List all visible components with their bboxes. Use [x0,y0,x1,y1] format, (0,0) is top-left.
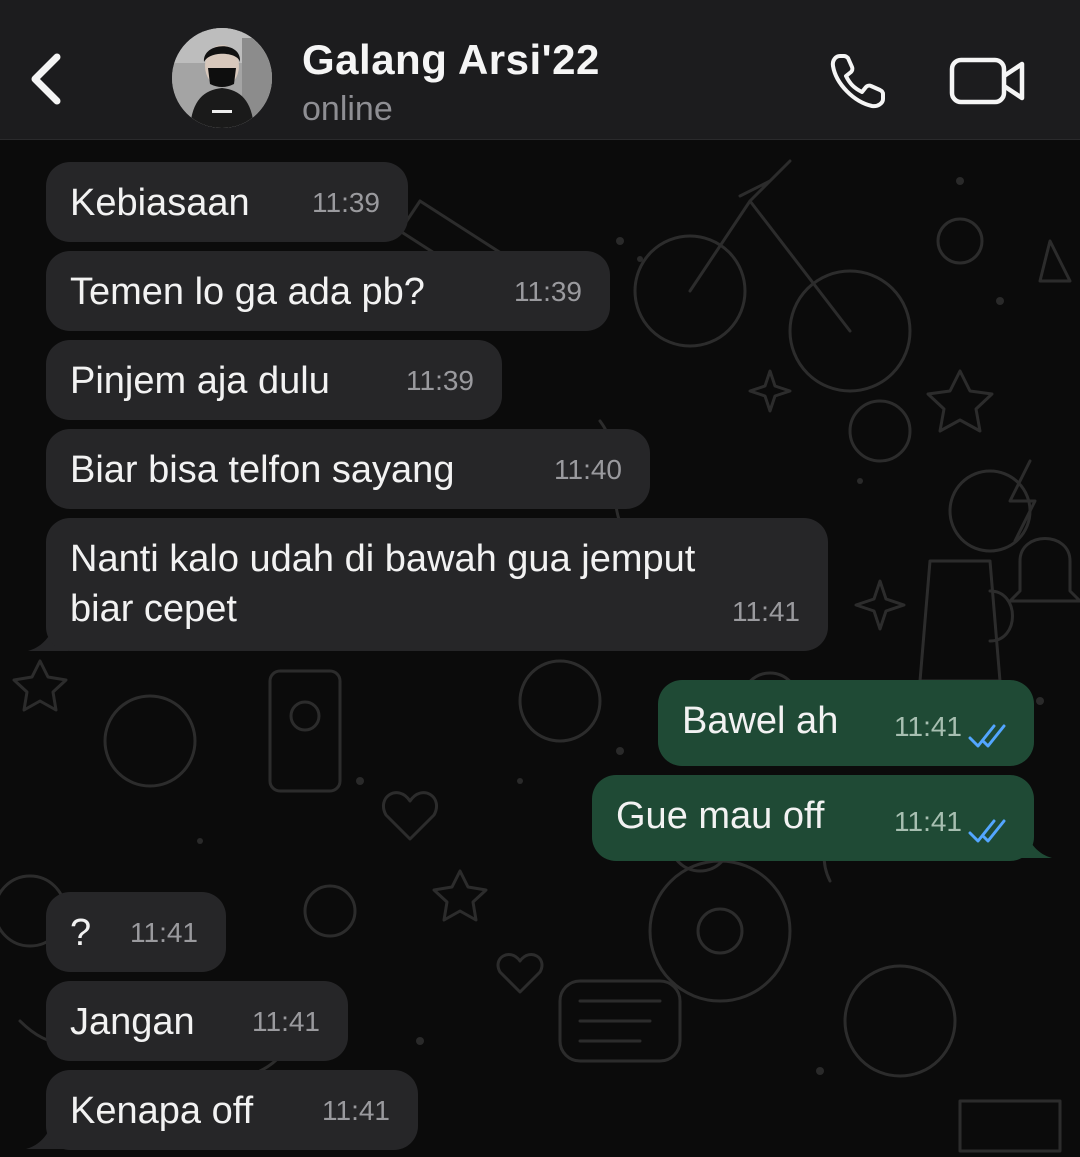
video-call-button[interactable] [948,54,1028,110]
chat-area[interactable]: Kebiasaan 11:39 Temen lo ga ada pb? 11:3… [0,141,1080,1157]
message-incoming[interactable]: Jangan 11:41 [46,981,348,1061]
contact-name[interactable]: Galang Arsi'22 [302,36,600,84]
message-time: 11:41 [130,917,198,948]
message-time: 11:40 [554,454,622,485]
message-text: Kenapa off [70,1090,254,1132]
message-text-line: Nanti kalo udah di bawah gua jemput [70,538,696,580]
chevron-left-icon [31,53,61,105]
message-incoming[interactable]: Biar bisa telfon sayang 11:40 [46,429,650,509]
message-incoming[interactable]: Pinjem aja dulu 11:39 [46,340,502,420]
message-text: Bawel ah [682,700,839,742]
message-time: 11:41 [894,711,962,742]
message-incoming[interactable]: ? 11:41 [46,892,226,972]
message-outgoing[interactable]: Gue mau off 11:41 [592,775,1034,861]
message-time: 11:39 [312,187,380,218]
video-camera-icon [949,57,1025,105]
message-text: Temen lo ga ada pb? [70,271,425,313]
message-text-line: biar cepet [70,588,237,630]
message-text: Jangan [70,1001,195,1043]
message-text: Biar bisa telfon sayang [70,449,455,491]
double-check-icon [968,724,1006,748]
avatar[interactable] [172,28,272,128]
message-outgoing[interactable]: Bawel ah 11:41 [658,680,1034,766]
message-incoming[interactable]: Kenapa off 11:41 [46,1070,418,1150]
message-time: 11:39 [514,276,582,307]
message-text: ? [70,912,92,954]
message-time: 11:41 [732,596,800,627]
message-text: Gue mau off [616,795,825,837]
contact-status: online [302,90,393,128]
message-time: 11:41 [322,1095,390,1126]
message-time: 11:41 [252,1006,320,1037]
message-text: Pinjem aja dulu [70,360,330,402]
message-time: 11:39 [406,365,474,396]
voice-call-button[interactable] [826,50,894,112]
message-incoming[interactable]: Nanti kalo udah di bawah gua jemput biar… [46,518,828,651]
message-text: Kebiasaan [70,182,250,224]
double-check-icon [968,819,1006,843]
back-button[interactable] [22,44,72,114]
chat-header: Galang Arsi'22 online [0,0,1080,140]
message-incoming[interactable]: Temen lo ga ada pb? 11:39 [46,251,610,331]
phone-icon [830,54,885,109]
message-incoming[interactable]: Kebiasaan 11:39 [46,162,408,242]
message-time: 11:41 [894,806,962,837]
avatar-photo [172,28,272,128]
